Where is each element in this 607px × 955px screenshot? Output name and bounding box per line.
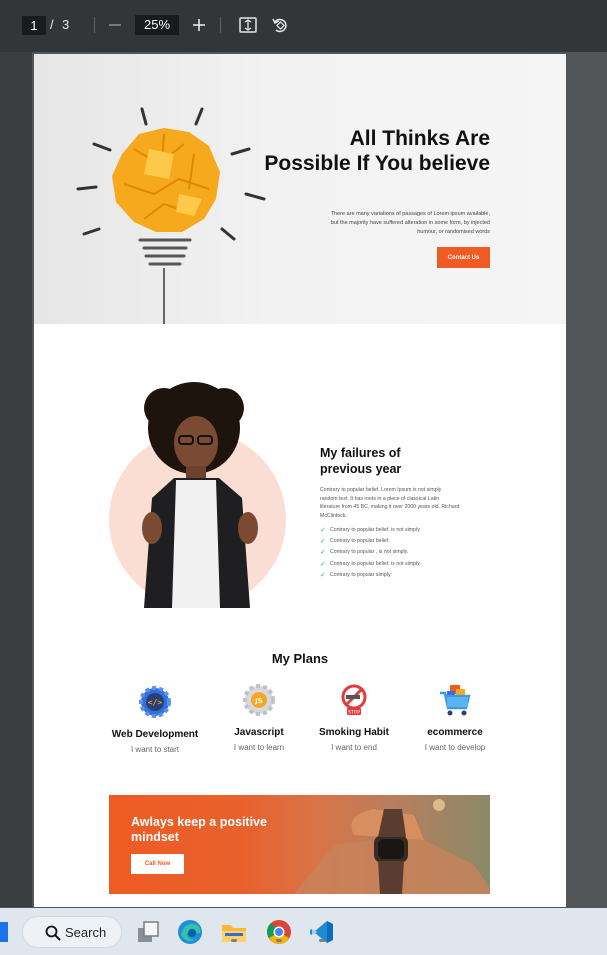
running-indicator xyxy=(276,939,282,942)
taskbar-search[interactable]: Search xyxy=(22,916,122,948)
svg-text:STOP: STOP xyxy=(348,710,360,716)
toolbar-divider xyxy=(220,17,221,33)
task-view-button[interactable] xyxy=(134,918,162,946)
plan-name: Javascript xyxy=(234,727,284,738)
thumbnail-strip xyxy=(0,52,32,907)
svg-text:JS: JS xyxy=(254,697,263,705)
rotate-icon xyxy=(272,18,287,33)
plan-web-development: </> Web Development I want to start xyxy=(100,685,210,754)
plan-subtitle: I want to learn xyxy=(233,743,285,752)
hero-title: All Thinks Are Possible If You believe xyxy=(264,127,490,175)
zoom-input[interactable]: 25% xyxy=(135,15,179,35)
chrome-button[interactable] xyxy=(265,918,293,946)
hero-description: There are many variations of passages of… xyxy=(330,211,490,235)
plan-subtitle: I want to develop xyxy=(424,743,486,752)
windows-start-icon[interactable] xyxy=(0,922,8,942)
list-item: ✓ Contrary to popular belief, is not simp… xyxy=(320,526,421,534)
web-dev-gear-icon: </> xyxy=(139,686,171,718)
fit-page-button[interactable] xyxy=(236,12,260,38)
running-indicator xyxy=(319,939,325,942)
edge-icon xyxy=(178,920,202,944)
plan-ecommerce: ecommerce I want to develop xyxy=(400,683,510,752)
minus-icon xyxy=(109,24,121,26)
file-explorer-button[interactable] xyxy=(220,918,248,946)
failures-description: Contrary to popular belief, Lorem Ipsum … xyxy=(320,487,460,519)
contact-us-button[interactable]: Contact Us xyxy=(437,247,490,268)
taskbar: Search xyxy=(0,908,607,955)
list-item: ✓ Contrary to popular belief, is not simp… xyxy=(320,560,421,568)
plans-title: My Plans xyxy=(271,651,329,666)
failures-list: ✓ Contrary to popular belief, is not simp… xyxy=(320,524,421,581)
call-now-button[interactable]: Call Now xyxy=(131,854,184,874)
vscode-button[interactable] xyxy=(308,918,336,946)
search-label: Search xyxy=(65,924,107,940)
plus-icon xyxy=(193,19,205,31)
list-item: ✓ Contrary to popular belief. xyxy=(320,538,390,546)
pdf-toolbar: 1 / 3 25% xyxy=(0,0,607,52)
woman-portrait xyxy=(142,382,258,608)
check-icon: ✓ xyxy=(320,549,326,557)
toolbar-divider xyxy=(94,17,95,33)
plan-name: ecommerce xyxy=(427,727,483,738)
page-separator: / xyxy=(50,17,54,32)
check-icon: ✓ xyxy=(320,538,326,546)
plan-name: Web Development xyxy=(111,729,199,740)
lightbulb-illustration xyxy=(76,107,266,324)
pdf-page: All Thinks Are Possible If You believe T… xyxy=(34,54,566,907)
javascript-gear-icon: JS xyxy=(243,684,275,716)
zoom-out-button[interactable] xyxy=(103,12,127,38)
page-total: 3 xyxy=(62,17,70,32)
edge-button[interactable] xyxy=(176,918,204,946)
task-view-icon xyxy=(138,921,159,942)
check-icon: ✓ xyxy=(320,560,326,568)
plan-subtitle: I want to start xyxy=(130,745,180,754)
list-item: ✓ Contrary to popular , is not simply. xyxy=(320,549,409,557)
plan-javascript: JS Javascript I want to learn xyxy=(204,683,314,752)
running-indicator xyxy=(231,939,237,942)
search-icon xyxy=(45,925,61,941)
plan-smoking-habit: STOP Smoking Habit I want to end xyxy=(299,683,409,752)
mindset-banner: Awlays keep a positive mindset Call Now xyxy=(109,795,490,894)
svg-text:</>: </> xyxy=(148,698,163,707)
shopping-cart-icon xyxy=(440,685,471,716)
hero-section: All Thinks Are Possible If You believe T… xyxy=(34,54,566,324)
check-icon: ✓ xyxy=(320,526,326,534)
banner-title: Awlays keep a positive mindset xyxy=(131,815,267,844)
page-number-input[interactable]: 1 xyxy=(22,16,46,35)
plan-subtitle: I want to end xyxy=(331,743,377,752)
failures-title: My failures of previous year xyxy=(320,446,402,476)
plan-name: Smoking Habit xyxy=(318,727,389,738)
list-item: ✓ Contrary to popular simply. xyxy=(320,572,392,580)
check-icon: ✓ xyxy=(320,572,326,580)
rotate-button[interactable] xyxy=(268,12,292,38)
no-smoking-icon: STOP xyxy=(341,684,367,716)
zoom-in-button[interactable] xyxy=(187,12,211,38)
fit-to-page-icon xyxy=(239,17,257,33)
